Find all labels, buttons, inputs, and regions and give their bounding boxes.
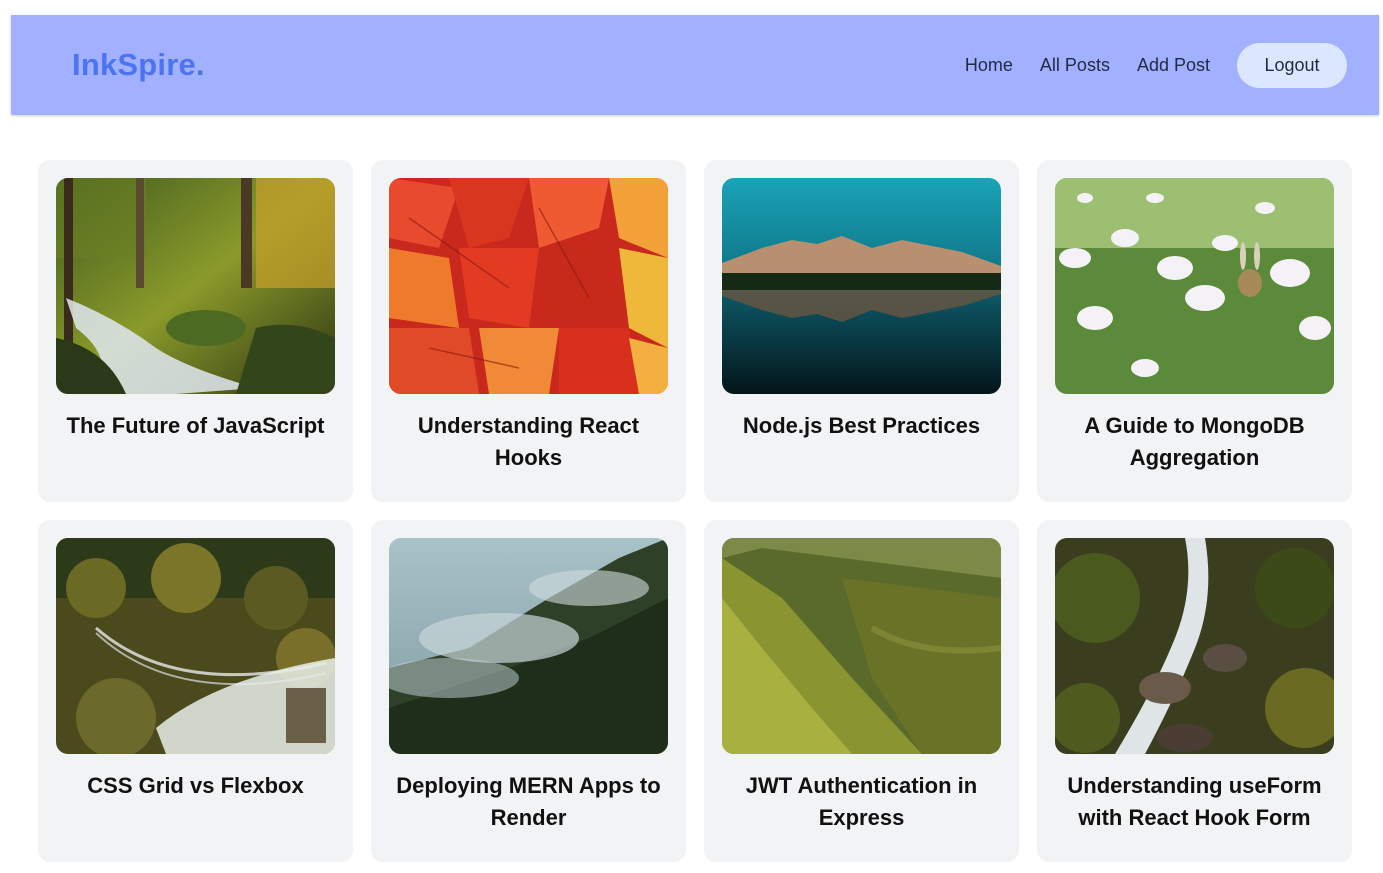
post-title[interactable]: JWT Authentication in Express <box>716 770 1007 834</box>
misty-forest-image[interactable] <box>389 538 668 754</box>
post-title[interactable]: Understanding React Hooks <box>383 410 674 474</box>
rocky-waterfall-image[interactable] <box>1055 538 1334 754</box>
post-card[interactable]: The Future of JavaScript <box>38 160 353 502</box>
suspension-bridge-image[interactable] <box>56 538 335 754</box>
post-card[interactable]: Deploying MERN Apps to Render <box>371 520 686 862</box>
white-flowers-image[interactable] <box>1055 178 1334 394</box>
post-title[interactable]: CSS Grid vs Flexbox <box>50 770 341 802</box>
post-title[interactable]: Understanding useForm with React Hook Fo… <box>1049 770 1340 834</box>
post-card[interactable]: Understanding useForm with React Hook Fo… <box>1037 520 1352 862</box>
post-title[interactable]: The Future of JavaScript <box>50 410 341 442</box>
post-card[interactable]: Understanding React Hooks <box>371 160 686 502</box>
post-title[interactable]: A Guide to MongoDB Aggregation <box>1049 410 1340 474</box>
site-header: InkSpire. Home All Posts Add Post Logout <box>11 15 1379 115</box>
nav-home-link[interactable]: Home <box>965 43 1013 88</box>
post-title[interactable]: Node.js Best Practices <box>716 410 1007 442</box>
post-title[interactable]: Deploying MERN Apps to Render <box>383 770 674 834</box>
post-card[interactable]: CSS Grid vs Flexbox <box>38 520 353 862</box>
post-card[interactable]: JWT Authentication in Express <box>704 520 1019 862</box>
autumn-leaves-image[interactable] <box>389 178 668 394</box>
posts-grid: The Future of JavaScript Understanding R… <box>38 160 1352 862</box>
site-logo[interactable]: InkSpire. <box>72 46 205 84</box>
post-card[interactable]: A Guide to MongoDB Aggregation <box>1037 160 1352 502</box>
post-card[interactable]: Node.js Best Practices <box>704 160 1019 502</box>
forest-waterfall-image[interactable] <box>56 178 335 394</box>
green-valley-image[interactable] <box>722 538 1001 754</box>
logout-button[interactable]: Logout <box>1237 43 1347 88</box>
main-nav: Home All Posts Add Post Logout <box>965 43 1347 88</box>
nav-add-post-link[interactable]: Add Post <box>1137 43 1210 88</box>
nav-all-posts-link[interactable]: All Posts <box>1040 43 1110 88</box>
mountain-lake-image[interactable] <box>722 178 1001 394</box>
